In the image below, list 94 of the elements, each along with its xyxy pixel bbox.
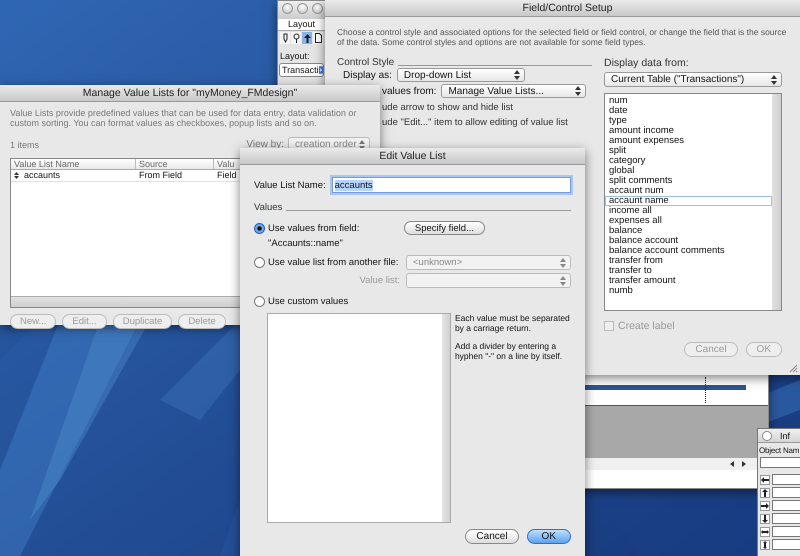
field-list-item[interactable]: amount income xyxy=(605,126,772,136)
scrollbar[interactable] xyxy=(442,314,450,522)
object-name-label: Object Nam xyxy=(758,445,800,455)
radio-button[interactable] xyxy=(254,296,265,307)
display-as-label: Display as: xyxy=(343,70,392,80)
option-label: ude "Edit..." item to allow editing of value list xyxy=(381,117,569,128)
up-down-arrows-icon xyxy=(560,276,566,286)
specify-field-button[interactable]: Specify field... xyxy=(404,221,485,235)
column-header[interactable]: Value List Name xyxy=(11,159,136,169)
radio-label: Use values from field: xyxy=(268,222,360,234)
pencil-icon[interactable] xyxy=(280,32,290,44)
scrollbar[interactable] xyxy=(772,94,781,310)
scroll-right-icon[interactable] xyxy=(740,460,748,468)
name-field[interactable]: accaunts xyxy=(332,177,571,193)
window-title: Edit Value List xyxy=(240,148,585,165)
description-text: Choose a control style and associated options for the selected field or field control, or change the field that is the source of the data. Some control styles and options are not available for some field types. xyxy=(337,27,787,47)
radio-button[interactable] xyxy=(254,222,265,234)
field-list-item[interactable]: global xyxy=(605,166,772,176)
dialog-button[interactable]: OK xyxy=(526,529,571,544)
help-text: Each value must be separated by a carriage return. xyxy=(454,313,571,333)
drag-handle-icon[interactable] xyxy=(14,172,19,179)
field-list-item[interactable]: split xyxy=(605,146,772,156)
name-label: Value List Name: xyxy=(254,180,326,190)
field-list-item[interactable]: num xyxy=(605,96,772,106)
dimension-field[interactable] xyxy=(772,474,800,485)
radio-label: Use value list from another file: xyxy=(268,257,398,268)
double-arrow-icon xyxy=(760,540,770,550)
double-arrow-icon xyxy=(760,526,770,536)
up-down-arrows-icon xyxy=(771,74,777,84)
table-cell: Field xyxy=(217,170,237,181)
object-name-field[interactable] xyxy=(760,457,800,468)
close-button[interactable] xyxy=(762,430,772,440)
create-label-label: Create label xyxy=(618,320,675,332)
field-list-item[interactable]: transfer from xyxy=(605,256,772,266)
dimension-field[interactable] xyxy=(772,526,800,537)
field-list-item[interactable]: accaunt num xyxy=(605,186,772,196)
up-down-arrows-icon xyxy=(575,86,582,96)
help-text: Add a divider by entering a hyphen "-" on a line by itself. xyxy=(454,341,564,361)
layout-popup[interactable]: Transacti xyxy=(279,63,324,77)
display-data-label: Display data from: xyxy=(604,57,690,69)
arrow-icon xyxy=(760,474,770,484)
magnifier-icon[interactable] xyxy=(291,32,301,44)
section-heading: Control Style xyxy=(337,57,394,68)
palette-title: Inf xyxy=(780,430,790,440)
table-popup[interactable]: Current Table ("Transactions") xyxy=(604,72,782,87)
close-button[interactable] xyxy=(282,3,293,14)
field-list-item[interactable]: split comments xyxy=(605,176,772,186)
field-list-item[interactable]: accaunt name xyxy=(605,196,772,206)
window-title: Field/Control Setup xyxy=(325,0,800,17)
field-list-item[interactable]: transfer amount xyxy=(605,276,772,286)
field-list-item[interactable]: date xyxy=(605,106,772,116)
table-cell: From Field xyxy=(139,170,182,181)
field-list-item[interactable]: type xyxy=(605,116,772,126)
field-list-item[interactable]: balance account comments xyxy=(605,246,772,256)
values-from-popup[interactable]: Manage Value Lists... xyxy=(441,84,586,98)
palette-title: Layout xyxy=(278,19,325,31)
resize-grip-icon[interactable] xyxy=(789,364,798,373)
section-heading: Values xyxy=(254,202,282,213)
values-from-label: values from: xyxy=(382,86,436,96)
field-list-item[interactable]: expenses all xyxy=(605,216,772,226)
column-header[interactable]: Source xyxy=(136,159,214,169)
dimension-field[interactable] xyxy=(772,513,800,524)
window-title: Manage Value Lists for "myMoney_FMdesign" xyxy=(0,85,380,102)
item-count: 1 items xyxy=(10,140,40,150)
field-list-item[interactable]: balance account xyxy=(605,236,772,246)
layout-label: Layout: xyxy=(279,50,311,63)
dimension-field[interactable] xyxy=(772,487,800,498)
arrow-icon xyxy=(760,500,770,510)
value-list-label: Value list: xyxy=(360,275,400,286)
radio-label: Use custom values xyxy=(268,296,348,307)
field-list-item[interactable]: balance xyxy=(605,226,772,236)
up-down-arrows-icon xyxy=(514,70,520,80)
radio-button[interactable] xyxy=(254,257,265,268)
arrow-icon[interactable] xyxy=(302,32,312,44)
field-list-item[interactable]: category xyxy=(605,156,772,166)
zoom-button[interactable] xyxy=(312,3,323,14)
dimension-field[interactable] xyxy=(772,500,800,511)
scroll-left-icon[interactable] xyxy=(728,460,736,468)
field-list-item[interactable]: transfer to xyxy=(605,266,772,276)
up-down-arrows-icon xyxy=(560,258,566,268)
field-list-item[interactable]: income all xyxy=(605,206,772,216)
custom-values-field[interactable] xyxy=(267,313,451,523)
page-icon[interactable] xyxy=(313,32,323,44)
display-as-popup[interactable]: Drop-down List xyxy=(396,68,525,82)
field-list-item[interactable]: numb xyxy=(605,286,772,296)
dialog-button[interactable]: Cancel xyxy=(465,529,519,544)
field-source-text: "Accaunts::name" xyxy=(267,238,344,249)
minimize-button[interactable] xyxy=(297,3,308,14)
description-text: Value Lists provide predefined values that can be used for data entry, data validation or custom sorting. You can format values as checkboxes, popup lists and so on. xyxy=(10,108,358,128)
dimension-field[interactable] xyxy=(772,539,800,550)
field-list-item[interactable]: amount expenses xyxy=(605,136,772,146)
table-cell: accaunts xyxy=(24,170,60,181)
arrow-icon xyxy=(760,514,770,524)
arrow-icon xyxy=(760,488,770,498)
